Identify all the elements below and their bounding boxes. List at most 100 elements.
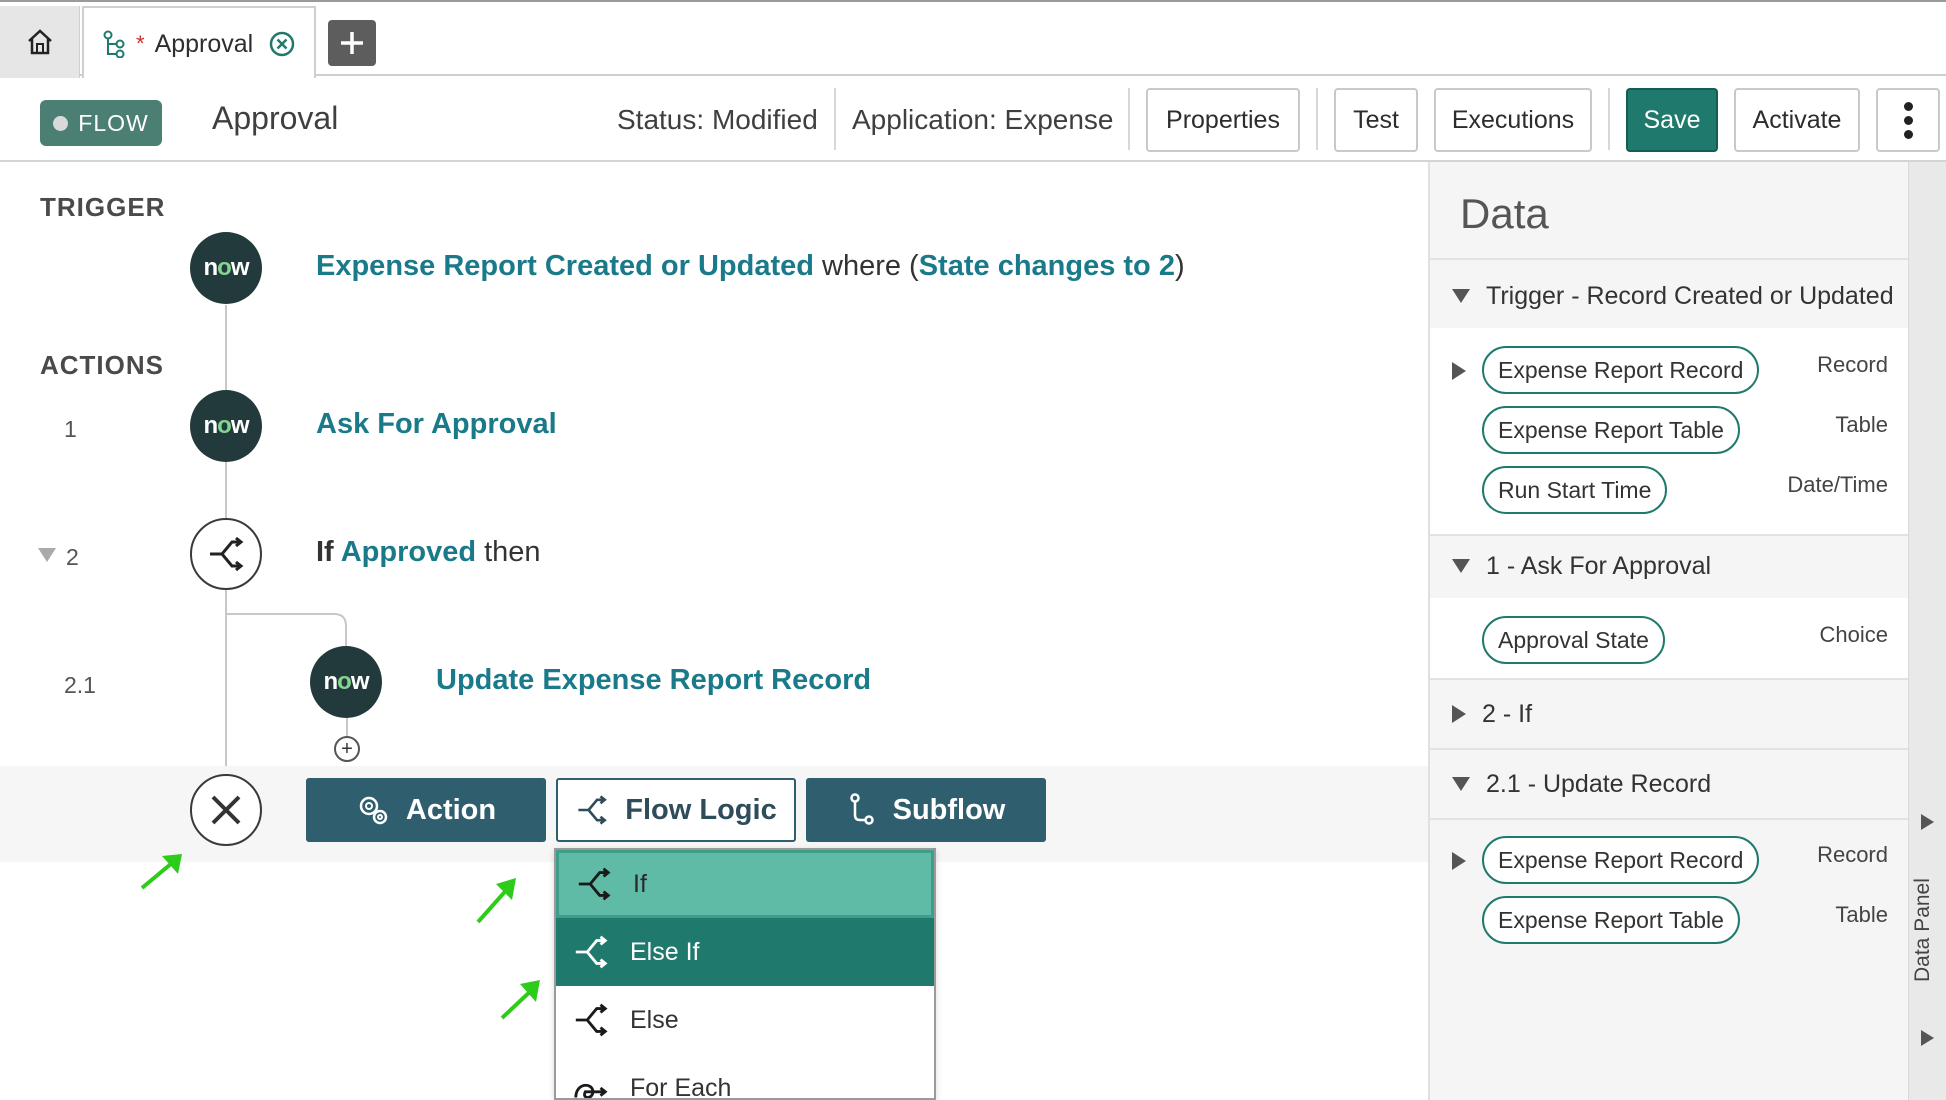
divider bbox=[1430, 748, 1910, 750]
data-group-if[interactable]: 2 - If bbox=[1430, 692, 1910, 736]
add-tab-button[interactable] bbox=[328, 20, 376, 66]
caret-down-icon bbox=[1452, 289, 1470, 303]
tab-approval[interactable]: * Approval bbox=[82, 6, 316, 80]
activate-button[interactable]: Activate bbox=[1734, 88, 1860, 152]
menu-item-else[interactable]: Else bbox=[556, 986, 934, 1054]
divider bbox=[1316, 88, 1318, 150]
divider bbox=[1430, 534, 1910, 536]
save-button[interactable]: Save bbox=[1626, 88, 1718, 152]
add-step-plus-icon[interactable]: + bbox=[334, 736, 360, 762]
step-ask-for-approval[interactable]: Ask For Approval bbox=[316, 408, 557, 441]
data-type-label: Date/Time bbox=[1787, 472, 1888, 497]
add-subflow-button[interactable]: Subflow bbox=[806, 778, 1046, 842]
flow-logic-if-icon bbox=[578, 867, 611, 901]
divider bbox=[1430, 258, 1910, 260]
flow-logic-else-icon bbox=[575, 1003, 608, 1037]
divider bbox=[1128, 88, 1130, 150]
data-panel-toggle[interactable]: Data Panel bbox=[1908, 162, 1946, 1100]
menu-item-else-if[interactable]: Else If bbox=[556, 918, 934, 986]
properties-button[interactable]: Properties bbox=[1146, 88, 1300, 152]
annotation-arrow-icon bbox=[140, 854, 182, 890]
branch-connector bbox=[226, 613, 347, 646]
data-group-ask-for-approval[interactable]: 1 - Ask For Approval bbox=[1430, 544, 1910, 588]
kebab-dot-icon bbox=[1903, 101, 1913, 111]
data-pill[interactable]: Approval State bbox=[1482, 616, 1665, 664]
step-update-record[interactable]: Update Expense Report Record bbox=[436, 664, 871, 697]
step-number: 1 bbox=[64, 416, 77, 442]
data-panel-title: Data bbox=[1460, 190, 1549, 237]
status-dot-icon bbox=[53, 115, 69, 131]
gear-icon bbox=[359, 796, 388, 825]
connector-line bbox=[225, 305, 227, 390]
caret-down-icon bbox=[1452, 559, 1470, 573]
trigger-condition-link[interactable]: State changes to 2 bbox=[919, 250, 1175, 282]
trigger-link[interactable]: Expense Report Created or Updated bbox=[316, 250, 814, 282]
flow-logic-menu: If Else If Else For Each bbox=[554, 848, 936, 1100]
flow-title: Approval bbox=[212, 100, 339, 136]
add-flow-logic-button[interactable]: Flow Logic bbox=[556, 778, 796, 842]
add-action-button[interactable]: Action bbox=[306, 778, 546, 842]
divider bbox=[1430, 678, 1910, 680]
flow-type-badge: FLOW bbox=[40, 100, 162, 146]
divider bbox=[834, 88, 836, 150]
step-number: 2.1 bbox=[64, 672, 96, 698]
data-pill[interactable]: Expense Report Record bbox=[1482, 346, 1760, 394]
caret-right-icon bbox=[1452, 705, 1466, 723]
application-text: Application: Expense bbox=[852, 104, 1114, 135]
expand-caret-icon[interactable] bbox=[1921, 1030, 1934, 1046]
now-logo-icon: now bbox=[190, 232, 262, 304]
more-options-button[interactable] bbox=[1876, 88, 1940, 152]
data-type-label: Table bbox=[1835, 412, 1888, 437]
flow-badge-label: FLOW bbox=[78, 109, 149, 136]
status-text: Status: Modified bbox=[617, 104, 818, 135]
flow-logic-if-icon bbox=[190, 518, 262, 590]
tab-label: Approval bbox=[154, 29, 254, 58]
close-tab-icon[interactable] bbox=[269, 31, 295, 57]
connector-line bbox=[346, 718, 348, 738]
step-if-approved[interactable]: If Approved then bbox=[316, 536, 541, 569]
home-tab[interactable] bbox=[0, 6, 80, 78]
data-group-update-record[interactable]: 2.1 - Update Record bbox=[1430, 762, 1910, 806]
subflow-icon bbox=[849, 793, 874, 825]
modified-marker: * bbox=[136, 31, 145, 56]
data-group-trigger[interactable]: Trigger - Record Created or Updated bbox=[1430, 274, 1910, 318]
close-add-menu-icon[interactable] bbox=[190, 774, 262, 846]
flow-header: FLOW Approval Status: Modified Applicati… bbox=[0, 78, 1946, 162]
data-pill[interactable]: Run Start Time bbox=[1482, 466, 1668, 514]
now-logo-icon: now bbox=[190, 390, 262, 462]
now-logo-icon: now bbox=[310, 646, 382, 718]
data-type-label: Record bbox=[1817, 352, 1888, 377]
data-panel-side-label: Data Panel bbox=[1911, 878, 1934, 982]
menu-item-for-each[interactable]: For Each bbox=[556, 1054, 934, 1098]
kebab-dot-icon bbox=[1903, 115, 1913, 125]
trigger-step[interactable]: Expense Report Created or Updated where … bbox=[316, 250, 1185, 283]
plus-icon bbox=[341, 32, 363, 54]
expand-caret-icon[interactable] bbox=[1921, 814, 1934, 830]
data-panel: Data Trigger - Record Created or Updated… bbox=[1428, 162, 1910, 1100]
executions-button[interactable]: Executions bbox=[1434, 88, 1592, 152]
data-pill[interactable]: Expense Report Record bbox=[1482, 836, 1760, 884]
data-pill[interactable]: Expense Report Table bbox=[1482, 406, 1740, 454]
caret-down-icon bbox=[1452, 777, 1470, 791]
collapse-caret-icon[interactable] bbox=[38, 548, 56, 562]
caret-right-icon[interactable] bbox=[1452, 852, 1466, 870]
test-button[interactable]: Test bbox=[1334, 88, 1418, 152]
tab-bar: * Approval bbox=[0, 0, 1946, 80]
data-type-label: Record bbox=[1817, 842, 1888, 867]
menu-item-if[interactable]: If bbox=[556, 850, 934, 918]
home-icon bbox=[27, 29, 52, 55]
annotation-arrow-icon bbox=[500, 980, 540, 1020]
flow-tab-icon bbox=[103, 30, 125, 58]
caret-right-icon[interactable] bbox=[1452, 362, 1466, 380]
data-type-label: Table bbox=[1835, 902, 1888, 927]
data-type-label: Choice bbox=[1819, 622, 1888, 647]
flow-logic-else-if-icon bbox=[575, 935, 608, 969]
trigger-section-label: TRIGGER bbox=[40, 192, 166, 222]
flow-logic-icon bbox=[578, 795, 608, 825]
data-pill[interactable]: Expense Report Table bbox=[1482, 896, 1740, 944]
actions-section-label: ACTIONS bbox=[40, 350, 164, 380]
divider bbox=[1608, 88, 1610, 150]
annotation-arrow-icon bbox=[476, 878, 516, 924]
kebab-dot-icon bbox=[1903, 129, 1913, 139]
connector-line bbox=[225, 460, 227, 518]
